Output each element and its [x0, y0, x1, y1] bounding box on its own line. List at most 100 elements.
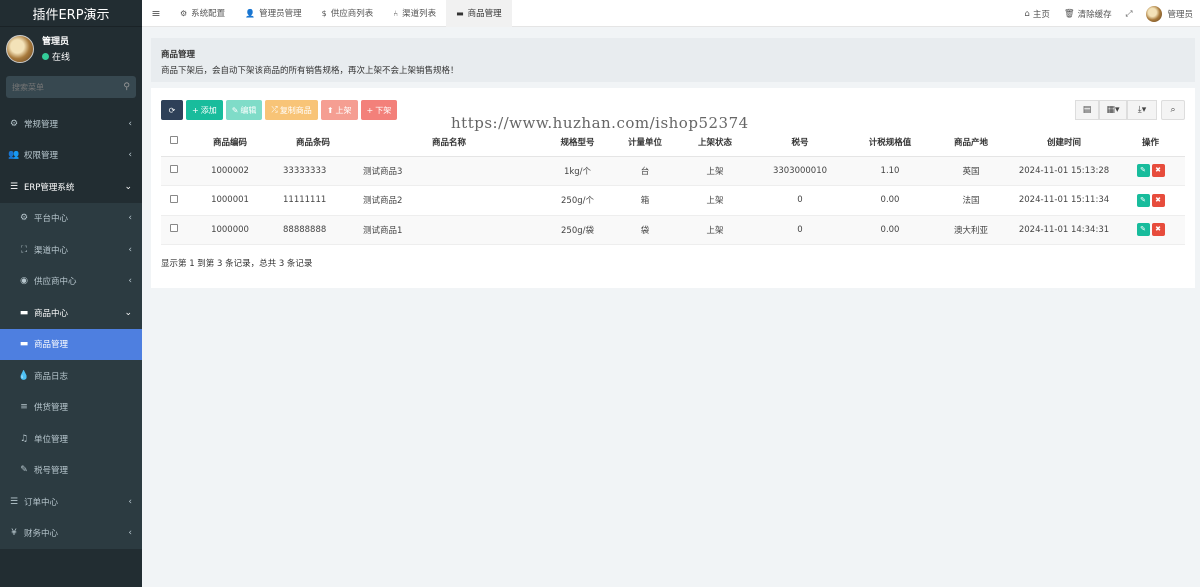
- menu-search-input[interactable]: [12, 82, 112, 92]
- row-checkbox[interactable]: [161, 156, 187, 186]
- cell: 0.00: [850, 215, 930, 245]
- sidebar-item-goods-manage[interactable]: ▬ 商品管理: [0, 328, 142, 360]
- admin-menu[interactable]: 管理员: [1139, 5, 1200, 22]
- toggle-view-icon[interactable]: ▤: [1075, 100, 1099, 120]
- menu-search[interactable]: ⚲: [6, 76, 136, 98]
- sidebar-item-label: 渠道中心: [34, 245, 69, 256]
- trash-icon[interactable]: ✖: [1151, 164, 1165, 178]
- sidebar-item-label: 单位管理: [34, 434, 69, 445]
- refresh-icon: ⟳: [168, 105, 176, 115]
- search-icon[interactable]: ⚲: [123, 82, 130, 92]
- col-header[interactable]: 商品产地: [930, 128, 1012, 157]
- col-header[interactable]: 计量单位: [610, 128, 680, 157]
- sidebar: 插件ERP演示 管理员 在线 ⚲ ⚙ 常规管理 ‹ 👥 权限管理 ‹ ☰ ERP…: [0, 0, 142, 587]
- checkbox[interactable]: [170, 136, 178, 145]
- cell: 上架: [680, 215, 750, 245]
- home-label: 主页: [1032, 9, 1050, 20]
- columns-icon[interactable]: ▦▾: [1099, 100, 1127, 120]
- chevron-left-icon: ‹: [128, 496, 132, 507]
- col-header[interactable]: 创建时间: [1012, 128, 1116, 157]
- checkbox[interactable]: [170, 194, 178, 203]
- sidebar-item-label: ERP管理系统: [24, 182, 75, 193]
- cell: 0: [750, 215, 850, 245]
- sidebar-item-order[interactable]: ☰ 订单中心 ‹: [0, 486, 142, 518]
- trash-icon[interactable]: ✖: [1151, 193, 1165, 207]
- sidebar-item-goods-log[interactable]: 💧 商品日志: [0, 360, 142, 392]
- refresh-button[interactable]: ⟳: [161, 100, 183, 120]
- row-checkbox[interactable]: [161, 185, 187, 216]
- add-label: 添加: [200, 105, 217, 115]
- admin-label: 管理员: [1167, 9, 1193, 20]
- cell: 1000000: [187, 215, 273, 245]
- edit-button[interactable]: ✎ 编辑: [225, 100, 263, 120]
- sidebar-item-finance[interactable]: ¥ 财务中心 ‹: [0, 518, 142, 550]
- col-header[interactable]: 规格型号: [545, 128, 610, 157]
- col-header[interactable]: 计税规格值: [850, 128, 930, 157]
- sidebar-item-channel[interactable]: ⛶ 渠道中心 ‹: [0, 234, 142, 266]
- unshelve-button[interactable]: + 下架: [360, 100, 398, 120]
- checkbox[interactable]: [170, 165, 178, 174]
- home-link[interactable]: ⌂ 主页: [1017, 8, 1056, 20]
- col-header[interactable]: 上架状态: [680, 128, 750, 157]
- watermark-url: https://www.huzhan.com/ishop52374: [451, 114, 749, 132]
- sidebar-item-tax[interactable]: ✎ 税号管理: [0, 454, 142, 486]
- sidebar-item-unit[interactable]: ♫ 单位管理: [0, 423, 142, 455]
- edit-icon[interactable]: ✎: [1136, 223, 1150, 237]
- cell: 箱: [610, 185, 680, 216]
- cell: 0.00: [850, 185, 930, 216]
- sidebar-item-supplier[interactable]: ◉ 供应商中心 ‹: [0, 265, 142, 297]
- sidebar-item-platform[interactable]: ⚙ 平台中心 ‹: [0, 202, 142, 234]
- avatar[interactable]: [6, 34, 34, 63]
- plus-icon: +: [192, 105, 199, 115]
- chevron-left-icon: ‹: [128, 150, 132, 161]
- sidebar-item-goods-center[interactable]: ▬ 商品中心 ⌄: [0, 297, 142, 329]
- tab-admin-manage[interactable]: 👤 管理员管理: [235, 0, 311, 27]
- user-icon: 👤: [245, 8, 256, 18]
- tab-supplier-list[interactable]: $ 供应商列表: [312, 0, 384, 27]
- sidebar-item-erp[interactable]: ☰ ERP管理系统 ⌄: [0, 171, 142, 203]
- cell: 88888888: [273, 215, 353, 245]
- add-button[interactable]: + 添加: [186, 100, 223, 120]
- pencil-icon: ✎: [231, 105, 239, 115]
- col-header[interactable]: 商品条码: [273, 128, 353, 157]
- checkbox[interactable]: [170, 224, 178, 233]
- sidebar-item-general[interactable]: ⚙ 常规管理 ‹: [0, 108, 142, 140]
- export-icon[interactable]: ⤓▾: [1127, 100, 1157, 120]
- col-header[interactable]: 商品编码: [187, 128, 273, 157]
- chevron-left-icon: ‹: [128, 244, 132, 255]
- trash-icon[interactable]: ✖: [1151, 223, 1165, 237]
- dollar-icon: $: [321, 8, 327, 18]
- list-icon: ≡: [20, 402, 28, 413]
- select-all-checkbox[interactable]: [161, 128, 187, 157]
- sidebar-item-auth[interactable]: 👥 权限管理 ‹: [0, 140, 142, 172]
- table-row[interactable]: 1000000 88888888 测试商品1 250g/袋 袋 上架 0 0.0…: [161, 215, 1185, 245]
- sidebar-item-supply[interactable]: ≡ 供货管理: [0, 391, 142, 423]
- col-header[interactable]: 商品名称: [353, 128, 545, 157]
- gear-icon: ⚙: [180, 8, 188, 18]
- col-header[interactable]: 税号: [750, 128, 850, 157]
- table-row[interactable]: 1000002 33333333 测试商品3 1kg/个 台 上架 330300…: [161, 156, 1185, 186]
- cell: 1000002: [187, 156, 273, 186]
- tab-channel-list[interactable]: ⑃ 渠道列表: [383, 0, 446, 27]
- tab-label: 供应商列表: [330, 9, 374, 19]
- yen-icon: ¥: [11, 528, 17, 539]
- row-checkbox[interactable]: [161, 215, 187, 245]
- menu-toggle-icon[interactable]: ≡: [142, 7, 170, 20]
- goods-table: 商品编码 商品条码 商品名称 规格型号 计量单位 上架状态 税号 计税规格值 商…: [161, 128, 1185, 245]
- edit-icon[interactable]: ✎: [1136, 164, 1150, 178]
- sidebar-item-label: 权限管理: [24, 151, 59, 162]
- clear-cache-button[interactable]: 🗑 清除缓存: [1057, 8, 1119, 20]
- shelve-button[interactable]: ⬆ 上架: [320, 100, 358, 120]
- briefcase-icon: ▬: [19, 307, 29, 318]
- fullscreen-icon[interactable]: ⤢: [1119, 9, 1140, 19]
- compass-icon: ◉: [20, 276, 28, 287]
- avatar: [1146, 5, 1163, 22]
- table-row[interactable]: 1000001 11111111 测试商品2 250g/个 箱 上架 0 0.0…: [161, 185, 1185, 216]
- search-icon[interactable]: ⌕: [1161, 100, 1185, 120]
- tab-system-config[interactable]: ⚙ 系统配置: [170, 0, 235, 27]
- briefcase-icon: ▬: [456, 8, 464, 18]
- tab-goods-manage[interactable]: ▬ 商品管理: [446, 0, 512, 27]
- topbar: ≡ ⚙ 系统配置 👤 管理员管理 $ 供应商列表 ⑃ 渠道列表 ▬ 商品管理 ⌂ 主页 🗑 清…: [142, 0, 1200, 27]
- copy-goods-button[interactable]: ⤮ 复制商品: [265, 100, 318, 120]
- edit-icon[interactable]: ✎: [1136, 193, 1150, 207]
